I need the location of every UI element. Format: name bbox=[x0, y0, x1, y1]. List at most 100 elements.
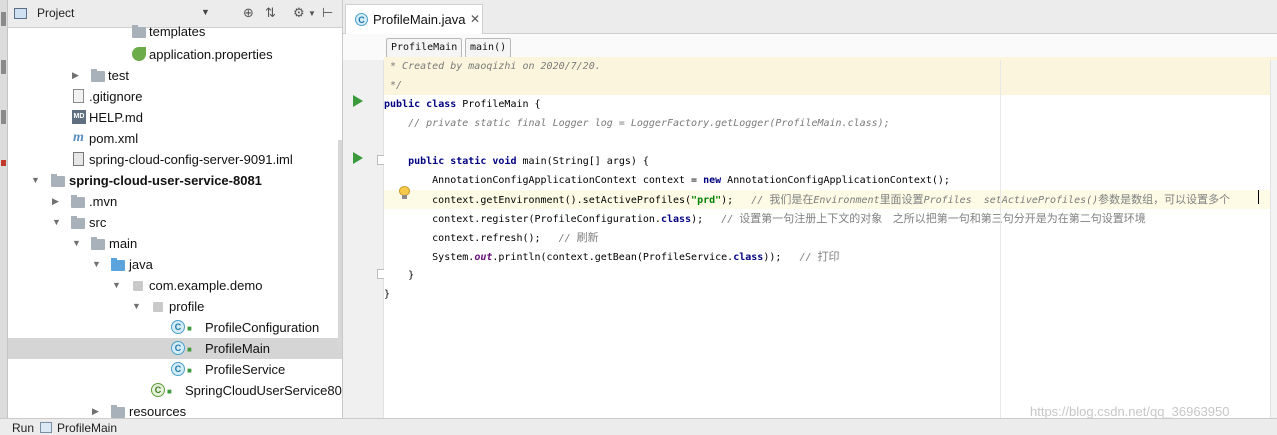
error-marker-icon bbox=[1, 160, 6, 166]
chevron-down-icon[interactable]: ▼ bbox=[132, 301, 141, 311]
tree-item-pom-xml[interactable]: m pom.xml bbox=[8, 128, 342, 149]
tree-item-application-properties[interactable]: application.properties bbox=[8, 44, 342, 65]
chevron-down-icon[interactable]: ▼ bbox=[72, 238, 81, 248]
tree-item-label: ProfileConfiguration bbox=[205, 320, 320, 335]
tree-item-main[interactable]: ▼ main bbox=[8, 233, 342, 254]
editor-scrollbar[interactable] bbox=[1270, 60, 1277, 418]
text-caret bbox=[1258, 190, 1259, 204]
tree-item-label: SpringCloudUserService808 bbox=[185, 383, 343, 398]
project-panel-title[interactable]: Project bbox=[37, 6, 74, 20]
chevron-down-icon[interactable]: ▼ bbox=[52, 217, 61, 227]
lock-icon: ■ bbox=[167, 387, 172, 396]
chevron-down-icon[interactable]: ▼ bbox=[92, 259, 101, 269]
folder-icon bbox=[71, 216, 85, 229]
tab-label: ProfileMain.java bbox=[373, 12, 466, 27]
tree-item-label: src bbox=[89, 215, 107, 230]
maven-icon: m bbox=[73, 130, 84, 145]
tree-item-resources[interactable]: ▶ resources bbox=[8, 401, 342, 418]
tree-item-profile-configuration[interactable]: C ■ ProfileConfiguration bbox=[8, 317, 342, 338]
tree-item-src[interactable]: ▼ src bbox=[8, 212, 342, 233]
tree-item-iml[interactable]: spring-cloud-config-server-9091.iml bbox=[8, 149, 342, 170]
package-icon bbox=[133, 281, 143, 291]
run-tool-bar: Run ProfileMain bbox=[0, 418, 1277, 435]
tree-item-mvn[interactable]: ▶ .mvn bbox=[8, 191, 342, 212]
module-folder-icon bbox=[51, 174, 65, 187]
source-folder-icon bbox=[111, 258, 125, 271]
tree-item-user-service-module[interactable]: ▼ spring-cloud-user-service-8081 bbox=[8, 170, 342, 191]
tree-item-label: ProfileService bbox=[205, 362, 286, 377]
lock-icon: ■ bbox=[187, 345, 192, 354]
tree-item-test[interactable]: ▶ test bbox=[8, 65, 342, 86]
editor-gutter[interactable] bbox=[343, 60, 387, 418]
tree-item-spring-cloud-user-service-app[interactable]: C ■ SpringCloudUserService808 bbox=[8, 380, 343, 401]
tree-item-java[interactable]: ▼ java bbox=[8, 254, 342, 275]
run-main-icon[interactable] bbox=[353, 152, 363, 164]
globe-icon[interactable]: ⊕ bbox=[243, 5, 254, 21]
class-icon: C bbox=[171, 341, 185, 355]
code-line-2: */ bbox=[384, 76, 1277, 95]
breadcrumb-method[interactable]: main() bbox=[465, 38, 512, 58]
close-icon[interactable]: ✕ bbox=[470, 12, 480, 26]
code-line-11: System.out.println(context.getBean(Profi… bbox=[384, 250, 840, 263]
tool-strip-tab-1[interactable] bbox=[1, 12, 6, 26]
tool-strip-tab-3[interactable] bbox=[1, 110, 6, 124]
tree-item-templates[interactable]: templates bbox=[8, 21, 342, 42]
lock-icon: ■ bbox=[187, 324, 192, 333]
tree-item-profile[interactable]: ▼ profile bbox=[8, 296, 342, 317]
folder-icon bbox=[71, 195, 85, 208]
tree-item-label: HELP.md bbox=[89, 110, 143, 125]
project-tree[interactable]: templates application.properties ▶ test … bbox=[8, 24, 343, 418]
tree-item-profile-main[interactable]: C ■ ProfileMain bbox=[8, 338, 342, 359]
watermark: https://blog.csdn.net/qq_36963950 bbox=[1030, 404, 1230, 419]
spring-leaf-icon bbox=[132, 47, 146, 61]
chevron-right-icon[interactable]: ▶ bbox=[72, 70, 79, 81]
tree-item-label: spring-cloud-user-service-8081 bbox=[69, 173, 262, 188]
tool-window-strip[interactable] bbox=[0, 0, 8, 418]
chevron-down-icon[interactable]: ▼ bbox=[31, 175, 40, 185]
breadcrumb-class[interactable]: ProfileMain bbox=[386, 38, 463, 58]
resources-folder-icon bbox=[111, 405, 125, 418]
tree-item-profile-service[interactable]: C ■ ProfileService bbox=[8, 359, 342, 380]
lightbulb-icon[interactable] bbox=[399, 186, 410, 199]
tree-item-com-example-demo[interactable]: ▼ com.example.demo bbox=[8, 275, 342, 296]
tree-item-label: resources bbox=[129, 404, 187, 418]
collapse-icon[interactable]: ⇅ bbox=[265, 5, 276, 21]
code-line-7: AnnotationConfigApplicationContext conte… bbox=[384, 175, 950, 186]
tab-profile-main-java[interactable]: C ProfileMain.java ✕ bbox=[345, 4, 483, 34]
right-margin-guide bbox=[1000, 60, 1001, 418]
project-icon bbox=[14, 8, 27, 19]
editor-tab-bar: C ProfileMain.java ✕ bbox=[343, 0, 1277, 34]
chevron-down-icon[interactable]: ▼ bbox=[112, 280, 121, 290]
spring-boot-class-icon: C bbox=[151, 383, 165, 397]
code-line-8: context.getEnvironment().setActiveProfil… bbox=[384, 190, 1277, 209]
hide-icon[interactable]: ⊢ bbox=[322, 5, 333, 21]
tree-item-label: main bbox=[109, 236, 138, 251]
code-line-12: } bbox=[384, 270, 415, 281]
lock-icon: ■ bbox=[187, 366, 192, 375]
run-tab-label[interactable]: Run bbox=[12, 421, 34, 435]
tree-item-label: pom.xml bbox=[89, 131, 139, 146]
tree-item-help-md[interactable]: MD HELP.md bbox=[8, 107, 342, 128]
module-file-icon bbox=[73, 152, 84, 166]
gear-dropdown-icon[interactable]: ▼ bbox=[308, 9, 316, 18]
code-line-3: public class ProfileMain { bbox=[384, 99, 541, 110]
code-line-6: public static void main(String[] args) { bbox=[408, 156, 649, 167]
gear-icon[interactable]: ⚙ bbox=[293, 5, 305, 21]
tree-item-label: application.properties bbox=[149, 47, 273, 62]
project-tree-scrollbar[interactable] bbox=[338, 140, 342, 350]
class-icon: C bbox=[355, 13, 368, 26]
text-file-icon bbox=[73, 89, 84, 103]
triangle-down-icon[interactable]: ▼ bbox=[201, 7, 210, 17]
run-class-icon[interactable] bbox=[353, 95, 363, 107]
chevron-right-icon[interactable]: ▶ bbox=[92, 406, 99, 417]
chevron-right-icon[interactable]: ▶ bbox=[52, 196, 59, 207]
tree-item-gitignore[interactable]: .gitignore bbox=[8, 86, 342, 107]
code-line-1: * Created by maoqizhi on 2020/7/20. bbox=[384, 57, 1277, 76]
tree-item-label: java bbox=[129, 257, 153, 272]
folder-icon bbox=[132, 25, 146, 38]
code-editor[interactable]: * Created by maoqizhi on 2020/7/20. */ p… bbox=[384, 57, 1277, 418]
run-config-name[interactable]: ProfileMain bbox=[57, 421, 117, 435]
class-icon: C bbox=[171, 362, 185, 376]
tool-strip-tab-2[interactable] bbox=[1, 60, 6, 74]
run-config-icon bbox=[40, 422, 52, 433]
